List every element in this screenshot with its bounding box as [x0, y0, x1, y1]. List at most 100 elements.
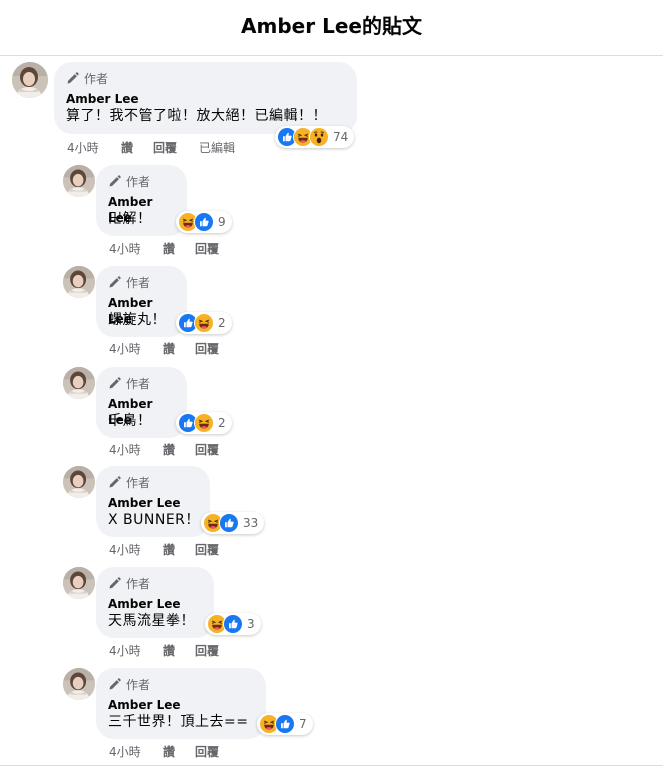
author-badge: 作者	[66, 69, 345, 87]
reply-button[interactable]: 回覆	[195, 240, 241, 257]
comment-timestamp[interactable]: 4小時	[109, 240, 163, 257]
reply-button[interactable]: 回覆	[195, 541, 241, 558]
reply-button[interactable]: 回覆	[195, 642, 241, 659]
page-title: Amber Lee的貼文	[241, 14, 422, 38]
reaction-count: 2	[218, 316, 226, 330]
comment-actions: 4小時 讚 回覆	[109, 441, 241, 458]
comment-actions: 4小時 讚 回覆 已編輯	[67, 139, 235, 156]
author-badge: 作者	[108, 273, 175, 291]
reply-button[interactable]: 回覆	[195, 743, 241, 760]
commenter-name[interactable]: Amber Lee	[108, 596, 202, 612]
comment-actions: 4小時 讚 回覆	[109, 642, 241, 659]
reaction-count: 3	[247, 617, 255, 631]
comment-text: X BUNNER！	[108, 512, 200, 528]
comment-timestamp[interactable]: 4小時	[109, 340, 163, 357]
surprised-face-icon	[309, 127, 329, 147]
thumbs-up-icon	[219, 513, 239, 533]
comment-text: 算了！我不管了啦！放大絕！已編輯！！	[66, 108, 327, 124]
comment-actions: 4小時 讚 回覆	[109, 541, 241, 558]
avatar[interactable]	[63, 466, 95, 498]
like-button[interactable]: 讚	[163, 743, 195, 760]
reaction-count: 2	[218, 416, 226, 430]
comment-bubble: 作者 Amber Lee 三千世界！頂上去==	[96, 668, 266, 739]
pencil-icon	[108, 174, 121, 188]
reaction-summary[interactable]: 2	[176, 312, 232, 334]
reply-item: 作者 Amber Lee 螺旋丸！ 2 4小時 讚 回覆	[63, 266, 363, 362]
avatar[interactable]	[63, 567, 95, 599]
reply-item: 作者 Amber Lee 千鳥！ 2 4小時 讚 回覆	[63, 367, 363, 463]
reaction-summary[interactable]: 7	[257, 713, 313, 735]
comment-item: 作者 Amber Lee 算了！我不管了啦！放大絕！已編輯！！ 74 4小時 讚…	[12, 62, 372, 158]
author-badge: 作者	[108, 473, 198, 491]
avatar[interactable]	[63, 668, 95, 700]
avatar[interactable]	[63, 165, 95, 197]
author-badge-label: 作者	[126, 677, 151, 692]
author-badge-label: 作者	[126, 174, 151, 189]
thumbs-up-icon	[275, 714, 295, 734]
author-badge: 作者	[108, 374, 175, 392]
reaction-summary[interactable]: 74	[275, 126, 355, 148]
post-header: Amber Lee的貼文	[0, 0, 663, 56]
comment-text: 螺旋丸！	[108, 312, 166, 328]
like-button[interactable]: 讚	[121, 139, 153, 156]
like-button[interactable]: 讚	[163, 340, 195, 357]
comment-bubble: 作者 Amber Lee X BUNNER！	[96, 466, 210, 537]
pencil-icon	[108, 275, 121, 289]
comment-actions: 4小時 讚 回覆	[109, 240, 241, 257]
like-button[interactable]: 讚	[163, 240, 195, 257]
reaction-summary[interactable]: 9	[176, 211, 232, 233]
like-button[interactable]: 讚	[163, 441, 195, 458]
laughing-face-icon	[194, 313, 214, 333]
author-badge-label: 作者	[126, 576, 151, 591]
comment-text: 卍解！	[108, 211, 152, 227]
pencil-icon	[108, 576, 121, 590]
reply-item: 作者 Amber Lee 卍解！ 9 4小時 讚 回覆	[63, 165, 363, 261]
comment-bubble: 作者 Amber Lee 天馬流星拳！	[96, 567, 214, 638]
comment-bubble: 作者 Amber Lee 算了！我不管了啦！放大絕！已編輯！！	[54, 62, 357, 134]
reply-button[interactable]: 回覆	[195, 441, 241, 458]
comment-timestamp[interactable]: 4小時	[109, 441, 163, 458]
commenter-name[interactable]: Amber Lee	[108, 495, 198, 511]
avatar[interactable]	[12, 62, 48, 98]
pencil-icon	[66, 71, 79, 85]
author-badge: 作者	[108, 574, 202, 592]
pencil-icon	[108, 475, 121, 489]
thumbs-up-icon	[194, 212, 214, 232]
reply-item: 作者 Amber Lee 天馬流星拳！ 3 4小時 讚 回覆	[63, 567, 363, 663]
comment-text: 三千世界！頂上去==	[108, 714, 249, 730]
author-badge-label: 作者	[126, 376, 151, 391]
avatar[interactable]	[63, 367, 95, 399]
comment-bubble: 作者 Amber Lee 卍解！	[96, 165, 187, 236]
like-button[interactable]: 讚	[163, 541, 195, 558]
comment-timestamp[interactable]: 4小時	[67, 139, 121, 156]
commenter-name[interactable]: Amber Lee	[108, 396, 175, 427]
reply-button[interactable]: 回覆	[153, 139, 199, 156]
comment-text: 天馬流星拳！	[108, 613, 195, 629]
reaction-count: 33	[243, 516, 259, 530]
reaction-summary[interactable]: 2	[176, 412, 232, 434]
author-badge: 作者	[108, 172, 175, 190]
commenter-name[interactable]: Amber Lee	[108, 697, 254, 713]
author-badge-label: 作者	[84, 71, 109, 86]
reaction-summary[interactable]: 3	[205, 613, 261, 635]
reply-button[interactable]: 回覆	[195, 340, 241, 357]
thumbs-up-icon	[223, 614, 243, 634]
author-badge: 作者	[108, 675, 254, 693]
comment-bubble: 作者 Amber Lee 千鳥！	[96, 367, 187, 438]
like-button[interactable]: 讚	[163, 642, 195, 659]
comment-timestamp[interactable]: 4小時	[109, 642, 163, 659]
author-badge-label: 作者	[126, 475, 151, 490]
comment-timestamp[interactable]: 4小時	[109, 541, 163, 558]
avatar[interactable]	[63, 266, 95, 298]
commenter-name[interactable]: Amber Lee	[66, 91, 345, 107]
reaction-count: 74	[333, 130, 349, 144]
reply-item: 作者 Amber Lee X BUNNER！ 33 4小時 讚 回覆	[63, 466, 363, 562]
commenter-name[interactable]: Amber Lee	[108, 295, 175, 326]
pencil-icon	[108, 677, 121, 691]
reaction-summary[interactable]: 33	[201, 512, 265, 534]
commenter-name[interactable]: Amber Lee	[108, 194, 175, 225]
comment-timestamp[interactable]: 4小時	[109, 743, 163, 760]
edited-label: 已編輯	[199, 141, 236, 155]
author-badge-label: 作者	[126, 275, 151, 290]
comment-bubble: 作者 Amber Lee 螺旋丸！	[96, 266, 187, 337]
